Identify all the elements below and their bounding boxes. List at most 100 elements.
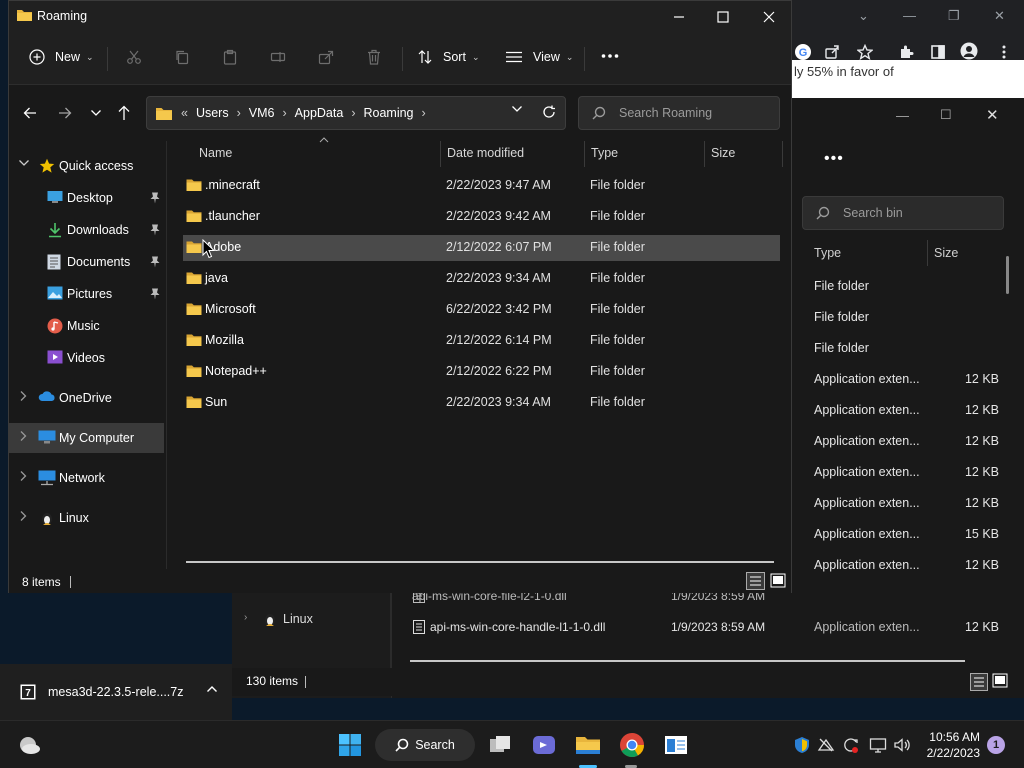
chevron-right-icon[interactable] bbox=[18, 470, 28, 482]
bg-file-type[interactable]: Application exten... bbox=[814, 558, 920, 572]
file-row[interactable]: Notepad++ 2/12/2022 6:22 PM File folder bbox=[183, 359, 780, 385]
address-dropdown-icon[interactable] bbox=[511, 104, 523, 114]
chevron-right-icon[interactable] bbox=[18, 390, 28, 402]
chevron-down-icon[interactable]: ⌄ bbox=[858, 8, 869, 24]
nav-network[interactable]: Network bbox=[9, 463, 164, 493]
pin-icon[interactable] bbox=[150, 288, 160, 300]
file-row[interactable]: Adobe 2/12/2022 6:07 PM File folder bbox=[183, 235, 780, 261]
sidebar-item-pictures[interactable]: Pictures bbox=[9, 279, 164, 309]
sidebar-item-music[interactable]: Music bbox=[9, 311, 164, 341]
teams-chat-icon[interactable] bbox=[530, 731, 558, 759]
horizontal-scrollbar[interactable] bbox=[186, 561, 774, 563]
bg-file-name[interactable]: api-ms-win-core-handle-l1-1-0.dll bbox=[430, 620, 605, 634]
chevron-right-icon[interactable] bbox=[18, 430, 28, 442]
file-row[interactable]: Mozilla 2/12/2022 6:14 PM File folder bbox=[183, 328, 780, 354]
sort-button[interactable]: Sort ⌄ bbox=[417, 49, 479, 65]
pin-icon[interactable] bbox=[150, 224, 160, 236]
file-row[interactable]: java 2/22/2023 9:34 AM File folder bbox=[183, 266, 780, 292]
extensions-icon[interactable] bbox=[898, 44, 914, 60]
breadcrumb-vm6[interactable]: VM6 bbox=[249, 106, 275, 120]
details-view-icon[interactable] bbox=[746, 572, 765, 590]
bg-column-type[interactable]: Type bbox=[814, 246, 841, 260]
more-vert-icon[interactable] bbox=[996, 44, 1012, 60]
file-row[interactable]: Microsoft 6/22/2022 3:42 PM File folder bbox=[183, 297, 780, 323]
overflow-chevron-icon[interactable]: « bbox=[181, 106, 188, 120]
taskbar-search-button[interactable]: Search bbox=[375, 729, 475, 761]
chevron-right-icon[interactable]: › bbox=[244, 612, 247, 623]
profile-icon[interactable] bbox=[960, 42, 978, 60]
notification-badge[interactable]: 1 bbox=[987, 736, 1005, 754]
recent-locations-icon[interactable] bbox=[90, 108, 102, 118]
column-separator[interactable] bbox=[584, 141, 585, 167]
tiles-view-icon[interactable] bbox=[770, 573, 786, 589]
share-icon[interactable] bbox=[824, 44, 840, 60]
app-window-icon[interactable] bbox=[662, 731, 690, 759]
bg-maximize-icon[interactable]: ☐ bbox=[940, 107, 952, 123]
nav-onedrive[interactable]: OneDrive bbox=[9, 383, 164, 413]
details-view-icon[interactable] bbox=[970, 673, 988, 691]
breadcrumb-users[interactable]: Users bbox=[196, 106, 229, 120]
bg-file-type[interactable]: Application exten... bbox=[814, 434, 920, 448]
nav-my-computer[interactable]: My Computer bbox=[9, 423, 164, 453]
refresh-icon[interactable] bbox=[542, 105, 556, 119]
sidebar-item-desktop[interactable]: Desktop bbox=[9, 183, 164, 213]
copy-icon[interactable] bbox=[174, 49, 190, 65]
address-bar[interactable]: « Users › VM6 › AppData › Roaming › bbox=[146, 96, 566, 130]
column-header-date[interactable]: Date modified bbox=[447, 146, 524, 160]
minimize-icon[interactable] bbox=[669, 7, 689, 27]
file-explorer-icon[interactable] bbox=[574, 731, 602, 759]
sidebar-item-documents[interactable]: Documents bbox=[9, 247, 164, 277]
minimize-icon[interactable]: — bbox=[903, 8, 916, 23]
breadcrumb-appdata[interactable]: AppData bbox=[295, 106, 344, 120]
file-row[interactable]: .tlauncher 2/22/2023 9:42 AM File folder bbox=[183, 204, 780, 230]
column-separator[interactable] bbox=[704, 141, 705, 167]
tiles-view-icon[interactable] bbox=[992, 673, 1008, 689]
chevron-right-icon[interactable] bbox=[18, 510, 28, 522]
share-icon[interactable] bbox=[318, 49, 334, 65]
bg-horizontal-scrollbar[interactable] bbox=[410, 660, 965, 662]
rename-icon[interactable] bbox=[270, 49, 286, 65]
volume-icon[interactable] bbox=[893, 736, 911, 754]
sidepanel-icon[interactable] bbox=[930, 44, 946, 60]
file-row[interactable]: Sun 2/22/2023 9:34 AM File folder bbox=[183, 390, 780, 416]
bg-file-type[interactable]: File folder bbox=[814, 310, 869, 324]
network-icon[interactable] bbox=[817, 736, 835, 754]
restore-icon[interactable]: ❐ bbox=[948, 8, 960, 24]
chevron-right-icon[interactable]: › bbox=[422, 106, 426, 120]
up-arrow-icon[interactable] bbox=[117, 105, 131, 121]
download-filename[interactable]: mesa3d-22.3.5-rele....7z bbox=[48, 685, 184, 699]
recording-icon[interactable] bbox=[842, 736, 860, 754]
bg-search-input[interactable]: Search bin bbox=[802, 196, 1004, 230]
bg-column-size[interactable]: Size bbox=[934, 246, 958, 260]
start-windows-icon[interactable] bbox=[336, 731, 364, 759]
task-view-icon[interactable] bbox=[486, 731, 514, 759]
column-header-type[interactable]: Type bbox=[591, 146, 618, 160]
column-separator[interactable] bbox=[440, 141, 441, 167]
security-shield-icon[interactable] bbox=[793, 736, 811, 754]
pin-icon[interactable] bbox=[150, 256, 160, 268]
system-clock[interactable]: 10:56 AM 2/22/2023 bbox=[918, 729, 980, 761]
chevron-down-icon[interactable] bbox=[18, 158, 30, 168]
column-header-name[interactable]: Name bbox=[199, 146, 232, 160]
view-button[interactable]: View ⌄ bbox=[505, 49, 573, 65]
title-bar[interactable]: Roaming bbox=[9, 1, 791, 33]
search-input[interactable]: Search Roaming bbox=[578, 96, 780, 130]
chrome-icon[interactable] bbox=[618, 731, 646, 759]
display-icon[interactable] bbox=[869, 736, 887, 754]
bg-column-separator[interactable] bbox=[927, 240, 928, 266]
bg-more-icon[interactable]: ••• bbox=[824, 150, 844, 168]
sidebar-item-downloads[interactable]: Downloads bbox=[9, 215, 164, 245]
nav-linux[interactable]: Linux bbox=[9, 503, 164, 533]
forward-arrow-icon[interactable] bbox=[58, 106, 72, 120]
back-arrow-icon[interactable] bbox=[23, 106, 37, 120]
bg-file-type[interactable]: Application exten... bbox=[814, 496, 920, 510]
close-icon[interactable]: ✕ bbox=[994, 8, 1005, 24]
chevron-up-icon[interactable] bbox=[206, 684, 218, 694]
column-header-size[interactable]: Size bbox=[711, 146, 735, 160]
bg-file-type[interactable]: Application exten... bbox=[814, 465, 920, 479]
bg-file-type[interactable]: Application exten... bbox=[814, 372, 920, 386]
bg-scrollbar-thumb[interactable] bbox=[1006, 256, 1009, 294]
bg-minimize-icon[interactable]: — bbox=[896, 108, 909, 123]
close-icon[interactable] bbox=[759, 7, 779, 27]
file-row[interactable]: .minecraft 2/22/2023 9:47 AM File folder bbox=[183, 173, 780, 199]
